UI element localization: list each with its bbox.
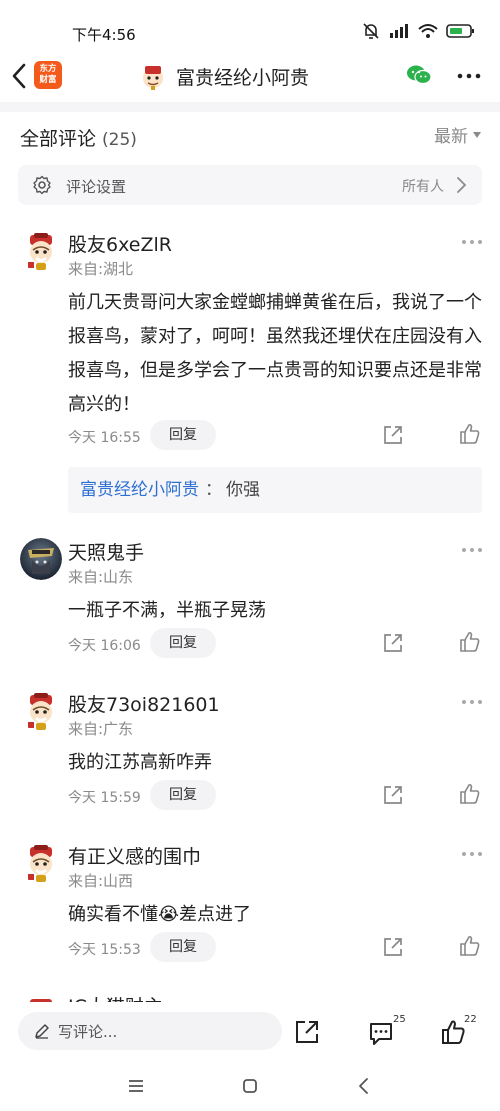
sort-dropdown[interactable]: 最新 bbox=[434, 122, 482, 147]
gear-icon bbox=[33, 175, 51, 195]
logo-line-2: 财富 bbox=[39, 75, 57, 85]
comment-text: 一瓶子不满，半瓶子晃荡 bbox=[68, 600, 266, 621]
reply-separator: ： bbox=[205, 480, 222, 500]
thumbs-up-icon[interactable] bbox=[458, 422, 482, 446]
back-nav-icon[interactable] bbox=[354, 1076, 374, 1096]
reply-author[interactable]: 富贵经纶小阿贵 bbox=[80, 480, 199, 500]
comment-time: 今天 16:55 bbox=[68, 430, 141, 446]
comment-time: 今天 15:53 bbox=[68, 942, 141, 958]
chevron-right-icon bbox=[457, 177, 467, 193]
mute-bell-icon bbox=[363, 23, 379, 39]
comment-item: 股友73oi821601 来自:广东 我的江苏高新咋弄 今天 15:59 回复 bbox=[0, 690, 500, 820]
page-title: 富贵经纶小阿贵 bbox=[176, 67, 310, 89]
comment-more-icon[interactable] bbox=[460, 698, 484, 706]
commenter-name[interactable]: 股友73oi821601 bbox=[68, 690, 220, 717]
battery-icon bbox=[446, 24, 474, 38]
commenter-location: 来自:山西 bbox=[68, 872, 134, 890]
reply-button[interactable]: 回复 bbox=[150, 932, 216, 962]
mascot-icon bbox=[143, 65, 163, 90]
wechat-share-icon[interactable] bbox=[406, 64, 432, 86]
comments-title: 全部评论 (25) bbox=[20, 124, 137, 151]
comment-more-icon[interactable] bbox=[460, 850, 484, 858]
reply-text: 你强 bbox=[226, 480, 260, 500]
comment-text: 前几天贵哥问大家金螳螂捕蝉黄雀在后，我说了一个报喜鸟，蒙对了，呵呵！虽然我还埋伏… bbox=[68, 292, 482, 415]
share-icon[interactable] bbox=[294, 1019, 320, 1045]
commenter-name[interactable]: 天照鬼手 bbox=[68, 538, 144, 565]
home-icon[interactable] bbox=[240, 1076, 260, 1096]
nested-reply[interactable]: 富贵经纶小阿贵 ：你强 bbox=[68, 467, 482, 513]
mascot-avatar[interactable] bbox=[20, 842, 62, 884]
thumbs-up-icon[interactable] bbox=[440, 1018, 466, 1046]
commenter-location: 来自:湖北 bbox=[68, 260, 134, 278]
menu-icon[interactable] bbox=[126, 1076, 146, 1096]
mascot-avatar[interactable] bbox=[20, 230, 62, 272]
status-icons bbox=[362, 22, 476, 40]
mascot-avatar[interactable] bbox=[20, 690, 62, 732]
comment-bubble-icon[interactable] bbox=[368, 1020, 394, 1046]
bottom-action-bar: 写评论... 25 22 bbox=[0, 1002, 500, 1062]
reply-button[interactable]: 回复 bbox=[150, 628, 216, 658]
thumbs-up-icon[interactable] bbox=[458, 782, 482, 806]
comment-text: 确实看不懂😭差点进了 bbox=[68, 898, 484, 932]
sort-label: 最新 bbox=[434, 127, 468, 147]
caret-down-icon bbox=[473, 131, 481, 138]
share-icon[interactable] bbox=[382, 784, 404, 806]
compose-placeholder: 写评论... bbox=[58, 1023, 118, 1041]
settings-label: 评论设置 bbox=[66, 178, 127, 196]
comment-time: 今天 16:06 bbox=[68, 638, 141, 654]
comment-item: 股友6xeZlR 来自:湖北 前几天贵哥问大家金螳螂捕蝉黄雀在后，我说了一个报喜… bbox=[0, 230, 500, 520]
comment-settings-row[interactable]: 评论设置 所有人 bbox=[18, 165, 482, 205]
comment-more-icon[interactable] bbox=[460, 546, 484, 554]
status-time: 下午4:56 bbox=[72, 26, 136, 44]
comments-count: (25) bbox=[102, 130, 137, 150]
commenter-name[interactable]: 有正义感的围巾 bbox=[68, 842, 201, 869]
thumbs-up-icon[interactable] bbox=[458, 934, 482, 958]
reply-button[interactable]: 回复 bbox=[150, 780, 216, 810]
comment-time: 今天 15:59 bbox=[68, 790, 141, 806]
commenter-name[interactable]: 股友6xeZlR bbox=[68, 230, 172, 257]
nav-bar: 东方 财富 富贵经纶小阿贵 bbox=[0, 50, 500, 102]
nav-title-group: 富贵经纶小阿贵 bbox=[140, 63, 309, 90]
signal-icon bbox=[390, 24, 408, 38]
comment-item: 有正义感的围巾 来自:山西 确实看不懂😭差点进了 今天 15:53 回复 bbox=[0, 842, 500, 972]
status-bar: 下午4:56 bbox=[0, 0, 500, 50]
system-nav-bar bbox=[0, 1062, 500, 1111]
section-divider bbox=[0, 102, 500, 112]
comment-count-badge: 25 bbox=[393, 1014, 406, 1025]
crying-emoji-icon: 😭 bbox=[158, 904, 180, 925]
comment-text: 我的江苏高新咋弄 bbox=[68, 752, 212, 773]
share-icon[interactable] bbox=[382, 936, 404, 958]
write-comment-input[interactable]: 写评论... bbox=[18, 1012, 282, 1050]
share-icon[interactable] bbox=[382, 632, 404, 654]
partial-comment-item: JC大猫财主 bbox=[0, 990, 500, 1002]
thumbs-up-icon[interactable] bbox=[458, 630, 482, 654]
commenter-location: 来自:山东 bbox=[68, 568, 134, 586]
reply-button[interactable]: 回复 bbox=[150, 420, 216, 450]
back-button[interactable] bbox=[8, 62, 32, 90]
logo-line-1: 东方 bbox=[39, 64, 57, 74]
comment-item: 天照鬼手 来自:山东 一瓶子不满，半瓶子晃荡 今天 16:06 回复 bbox=[0, 538, 500, 668]
app-logo[interactable]: 东方 财富 bbox=[34, 61, 62, 89]
commenter-name[interactable]: JC大猫财主 bbox=[68, 992, 163, 1002]
mascot-avatar[interactable] bbox=[20, 994, 62, 1002]
comments-header: 全部评论 (25) 最新 bbox=[0, 112, 500, 160]
more-options-icon[interactable] bbox=[456, 66, 482, 86]
comment-more-icon[interactable] bbox=[460, 238, 484, 246]
pencil-icon bbox=[35, 1024, 49, 1039]
comments-title-label: 全部评论 bbox=[20, 128, 97, 150]
like-count-badge: 22 bbox=[464, 1014, 477, 1025]
comment-text-part: 差点进了 bbox=[179, 904, 252, 925]
commenter-location: 来自:广东 bbox=[68, 720, 134, 738]
game-character-avatar[interactable] bbox=[20, 538, 62, 580]
share-icon[interactable] bbox=[382, 424, 404, 446]
wifi-icon bbox=[418, 24, 438, 38]
comment-text-part: 确实看不懂 bbox=[68, 904, 158, 925]
settings-value: 所有人 bbox=[402, 179, 444, 195]
